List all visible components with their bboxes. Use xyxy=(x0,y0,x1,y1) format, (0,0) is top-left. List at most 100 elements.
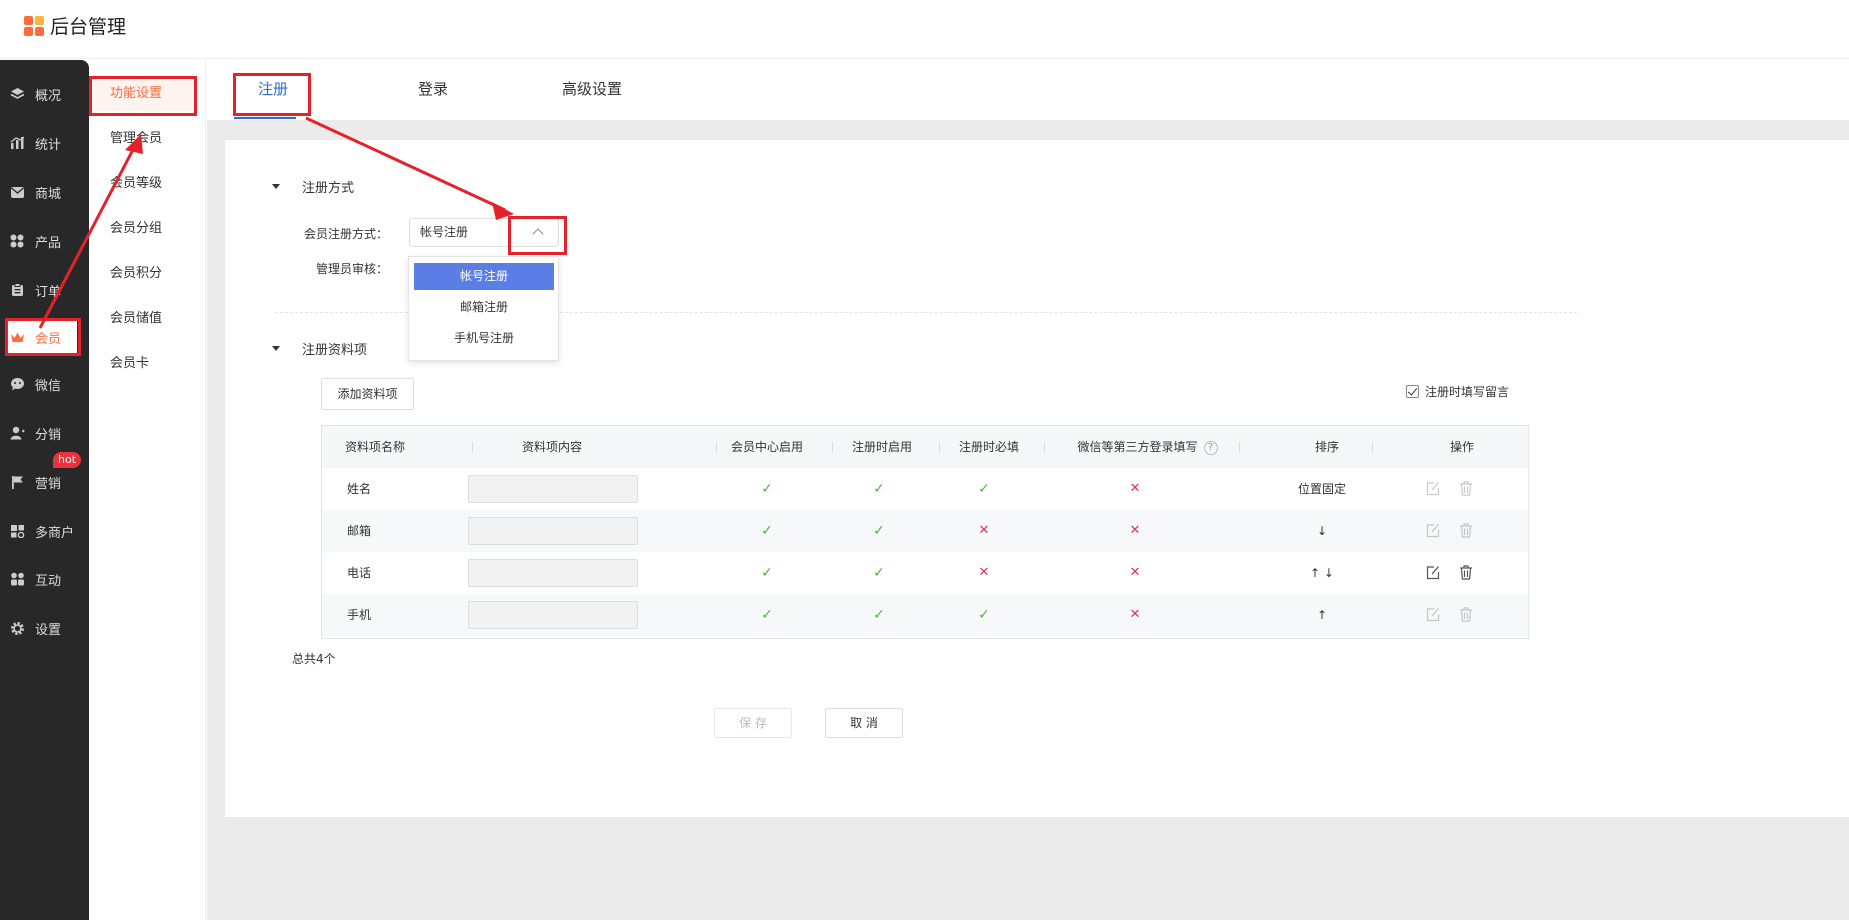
user-icon xyxy=(9,425,25,441)
col-separator xyxy=(1044,442,1045,453)
add-field-button[interactable]: 添加资料项 xyxy=(321,378,414,410)
section-register-method[interactable]: 注册方式 xyxy=(272,177,354,196)
table-row: 手机 ✓ ✓ ✓ ✕ ↑ xyxy=(322,594,1528,636)
sidebar-item-orders[interactable]: 订单 xyxy=(0,272,89,308)
check-icon: ✓ xyxy=(761,523,773,539)
checkbox-label: 注册时填写留言 xyxy=(1425,385,1510,399)
caret-down-icon xyxy=(272,184,280,189)
sidebar-item-interaction[interactable]: 互动 xyxy=(0,561,89,597)
crown-icon xyxy=(9,329,25,345)
sidebar-item-label: 多商户 xyxy=(35,525,75,541)
sidebar-item-settings[interactable]: 设置 xyxy=(0,610,89,646)
cancel-button[interactable]: 取 消 xyxy=(825,708,903,738)
caret-down-icon xyxy=(272,346,280,351)
register-method-select[interactable]: 帐号注册 xyxy=(409,218,559,247)
member-subnav: 功能设置 管理会员 会员等级 会员分组 会员积分 会员储值 会员卡 xyxy=(89,60,206,920)
subnav-item-manage-members[interactable]: 管理会员 xyxy=(89,122,206,156)
edit-icon xyxy=(1426,607,1440,622)
table-row: 邮箱 ✓ ✓ ✕ ✕ ↓ xyxy=(322,510,1528,552)
sidebar-item-label: 微信 xyxy=(35,378,62,394)
chevron-up-icon xyxy=(532,228,544,240)
interact-icon xyxy=(9,571,25,587)
flag-icon xyxy=(9,474,25,490)
tab-bar: 注册 登录 高级设置 xyxy=(207,60,1849,120)
col-separator xyxy=(1239,442,1240,453)
check-icon: ✓ xyxy=(761,481,773,497)
col-third-party-label: 微信等第三方登录填写 xyxy=(1077,440,1198,454)
option-phone-register[interactable]: 手机号注册 xyxy=(414,325,554,352)
col-separator xyxy=(1372,442,1373,453)
settings-card: 注册方式 会员注册方式： 帐号注册 管理员审核： 帐号注册 邮箱注册 手机号注册… xyxy=(225,140,1849,817)
field-content-input xyxy=(468,601,638,629)
help-icon[interactable]: ? xyxy=(1203,440,1218,455)
table-row: 姓名 ✓ ✓ ✓ ✕ 位置固定 xyxy=(322,468,1528,510)
check-icon: ✓ xyxy=(873,607,885,623)
check-icon: ✓ xyxy=(978,481,990,497)
sidebar-item-members[interactable]: 会员 xyxy=(6,319,77,355)
sidebar-item-label: 营销 xyxy=(35,476,62,492)
sidebar-item-marketing[interactable]: 营销 xyxy=(0,464,89,500)
check-icon: ✓ xyxy=(873,481,885,497)
sidebar-item-label: 概况 xyxy=(35,88,62,104)
table-header: 资料项名称 资料项内容 会员中心启用 注册时启用 注册时必填 微信等第三方登录填… xyxy=(322,426,1528,468)
col-third-party: 微信等第三方登录填写? xyxy=(1050,426,1245,468)
store-icon xyxy=(9,523,25,539)
tab-login[interactable]: 登录 xyxy=(418,78,448,99)
sidebar-item-label: 互动 xyxy=(35,573,62,589)
subnav-item-member-card[interactable]: 会员卡 xyxy=(89,347,206,381)
col-content: 资料项内容 xyxy=(521,440,582,454)
col-separator xyxy=(472,442,473,453)
app-title: 后台管理 xyxy=(50,16,127,38)
total-count: 总共4个 xyxy=(292,652,336,666)
col-actions: 操作 xyxy=(1449,440,1474,454)
sidebar-item-mall[interactable]: 商城 xyxy=(0,174,89,210)
option-email-register[interactable]: 邮箱注册 xyxy=(414,294,554,321)
cross-icon: ✕ xyxy=(1129,565,1141,580)
main-sidebar: 概况 统计 商城 产品 订单 会员 微信 分销 营销 多商户 互动 设置 xyxy=(0,60,89,920)
save-button[interactable]: 保 存 xyxy=(714,708,792,738)
sidebar-item-label: 产品 xyxy=(35,235,62,251)
col-name: 资料项名称 xyxy=(345,440,406,454)
field-content-input xyxy=(468,475,638,503)
subnav-item-feature-settings[interactable]: 功能设置 xyxy=(93,77,197,111)
tab-register[interactable]: 注册 xyxy=(258,78,288,99)
sidebar-item-stats[interactable]: 统计 xyxy=(0,125,89,161)
edit-icon[interactable] xyxy=(1426,565,1440,580)
sidebar-item-wechat[interactable]: 微信 xyxy=(0,366,89,402)
sort-arrows[interactable]: ↓ xyxy=(1267,510,1377,552)
delete-icon xyxy=(1459,523,1473,538)
logo: 后台管理 xyxy=(24,12,126,39)
chart-icon xyxy=(9,135,25,151)
main-content: 注册 登录 高级设置 注册方式 会员注册方式： 帐号注册 管理员审核： 帐号注册… xyxy=(207,60,1849,920)
cross-icon: ✕ xyxy=(1129,523,1141,538)
register-method-dropdown: 帐号注册 邮箱注册 手机号注册 xyxy=(408,256,559,361)
subnav-item-member-levels[interactable]: 会员等级 xyxy=(89,167,206,201)
col-register-required: 注册时必填 xyxy=(958,440,1019,454)
sidebar-item-multi-merchant[interactable]: 多商户 xyxy=(0,513,89,549)
sidebar-item-overview[interactable]: 概况 xyxy=(0,76,89,112)
sort-text: 位置固定 xyxy=(1297,482,1346,496)
checkbox-checked-icon[interactable] xyxy=(1406,385,1419,398)
col-separator xyxy=(939,442,940,453)
mail-icon xyxy=(9,184,25,200)
check-icon: ✓ xyxy=(761,565,773,581)
field-content-input xyxy=(468,517,638,545)
subnav-item-member-points[interactable]: 会员积分 xyxy=(89,257,206,291)
register-method-label: 会员注册方式： xyxy=(304,227,389,241)
message-checkbox[interactable]: 注册时填写留言 xyxy=(1406,383,1509,400)
tab-advanced-settings[interactable]: 高级设置 xyxy=(562,78,622,99)
sidebar-item-distribution[interactable]: 分销 xyxy=(0,415,89,451)
sidebar-item-products[interactable]: 产品 xyxy=(0,223,89,259)
field-name: 手机 xyxy=(347,608,372,622)
edit-icon xyxy=(1426,523,1440,538)
delete-icon[interactable] xyxy=(1459,565,1473,580)
sort-arrows[interactable]: ↑ ↓ xyxy=(1267,552,1377,594)
sort-arrows[interactable]: ↑ xyxy=(1267,594,1377,636)
section-register-fields[interactable]: 注册资料项 xyxy=(272,339,367,358)
cross-icon: ✕ xyxy=(1129,481,1141,496)
subnav-item-member-groups[interactable]: 会员分组 xyxy=(89,212,206,246)
sidebar-item-label: 订单 xyxy=(35,284,62,300)
option-account-register[interactable]: 帐号注册 xyxy=(414,263,554,290)
top-header: 后台管理 xyxy=(0,0,1849,59)
subnav-item-member-balance[interactable]: 会员储值 xyxy=(89,302,206,336)
